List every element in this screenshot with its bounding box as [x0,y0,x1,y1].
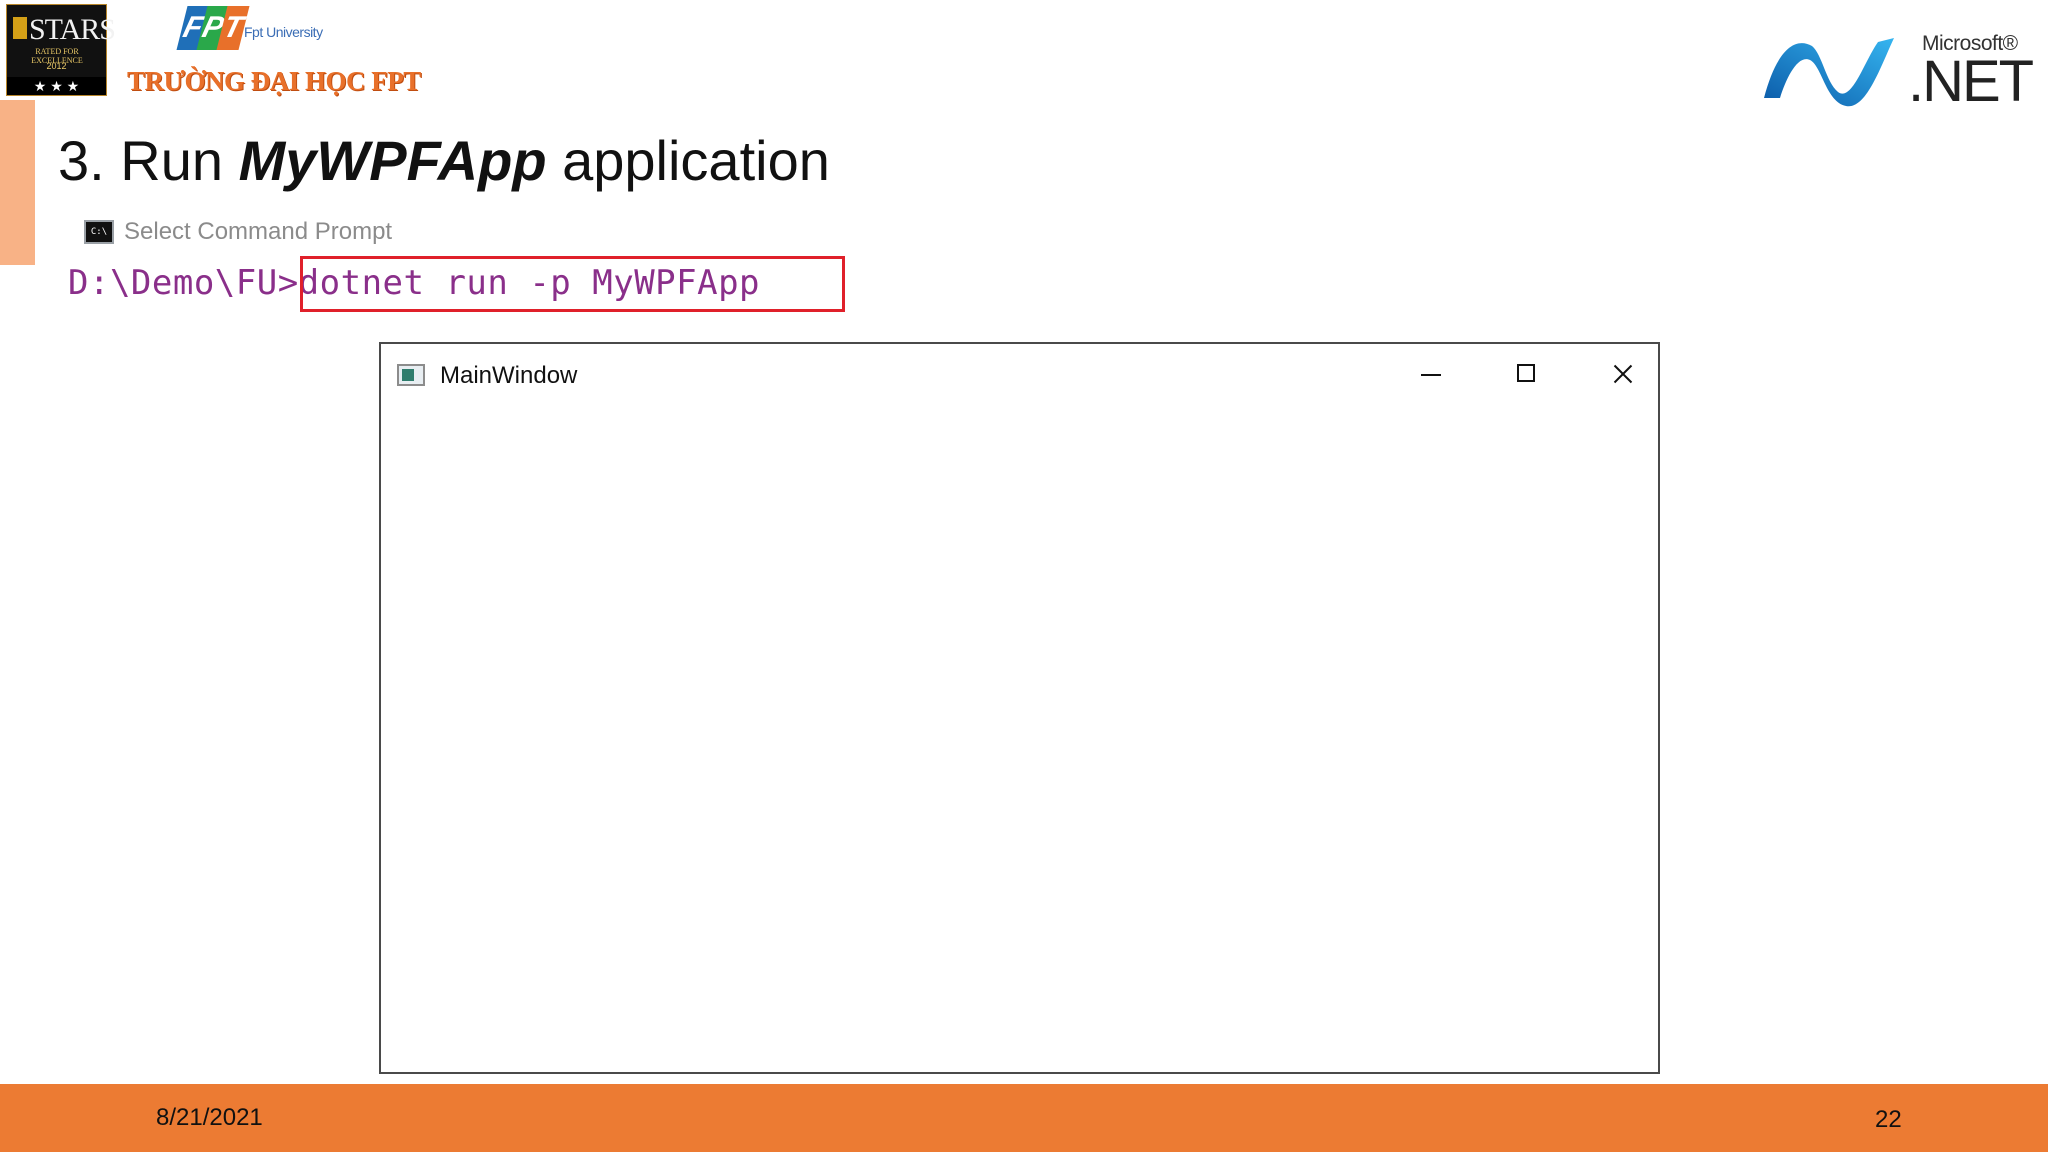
stars-logo-dots: ★ ★ ★ [7,77,106,95]
command-prompt-caption-text: Select Command Prompt [124,218,393,245]
dotnet-wave-icon [1764,38,1894,107]
slide-title-prefix: 3. Run [58,129,239,192]
footer-page-number: 22 [1875,1106,1902,1133]
window-title: MainWindow [440,362,578,389]
maximize-button[interactable] [1481,344,1573,404]
command-prompt-icon: C:\ [84,220,114,244]
slide-footer: 8/21/2021 22 [0,1084,2048,1152]
close-button[interactable] [1577,344,1669,404]
stars-logo-word: STARS [29,13,116,46]
command-prompt-caption: C:\ Select Command Prompt [84,218,392,246]
slide-title-emphasis: MyWPFApp [238,129,547,192]
microsoft-dotnet-logo: Microsoft® .NET [1760,24,2034,114]
slide-title-suffix: application [546,129,830,192]
fpt-university-label: Fpt University [244,24,323,40]
window-content-area[interactable] [381,404,1658,1072]
fpt-school-name: TRƯỜNG ĐẠI HỌC FPT [127,66,421,96]
slide-accent-bar [0,100,35,265]
dotnet-logo-product: .NET [1908,49,2034,114]
main-window[interactable]: MainWindow [379,342,1660,1074]
command-highlight-box [300,256,845,312]
stars-badge-icon [13,17,27,39]
minimize-button[interactable] [1385,344,1477,404]
command-prompt-path: D:\Demo\FU> [68,263,299,303]
footer-date: 8/21/2021 [156,1104,263,1131]
window-app-icon [397,364,425,386]
window-titlebar[interactable]: MainWindow [381,344,1658,404]
stars-logo-year: 2012 [46,61,67,71]
slide-title: 3. Run MyWPFApp application [58,128,830,193]
fpt-university-logo: F P T Fpt University [176,4,372,64]
stars-rating-logo: STARS RATED FOR EXCELLENCE 2012 ★ ★ ★ [6,4,116,96]
